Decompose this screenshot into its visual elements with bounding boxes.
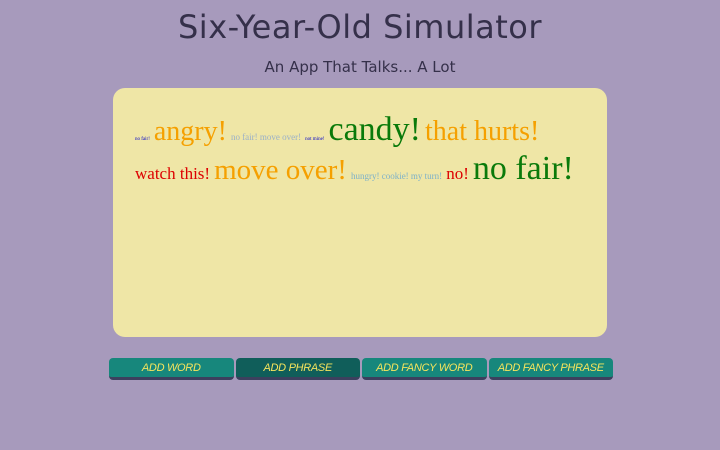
app-subtitle: An App That Talks... A Lot xyxy=(264,58,456,76)
app-title: Six-Year-Old Simulator xyxy=(177,8,543,46)
button-row: ADD WORD ADD PHRASE ADD FANCY WORD ADD F… xyxy=(109,358,613,384)
add-fancy-word-button[interactable]: ADD FANCY WORD xyxy=(362,358,487,380)
add-phrase-button[interactable]: ADD PHRASE xyxy=(235,358,360,380)
phrase-flow: no fair! angry! no fair! move over! not … xyxy=(135,110,585,188)
phrase-word: no! xyxy=(446,164,469,184)
phrase-word: no fair! move over! xyxy=(230,132,302,142)
phrase-word: hungry! cookie! my turn! xyxy=(350,171,443,182)
phrase-word: no fair! xyxy=(472,150,574,188)
phrase-word: move over! xyxy=(214,154,347,187)
phrase-board: no fair! angry! no fair! move over! not … xyxy=(113,88,607,337)
phrase-word: not mine! xyxy=(305,137,325,142)
add-word-button[interactable]: ADD WORD xyxy=(109,358,234,380)
phrase-word: candy! xyxy=(328,111,421,148)
phrase-word: angry! xyxy=(153,116,227,147)
phrase-word: that hurts! xyxy=(425,116,540,147)
phrase-word: no fair! xyxy=(135,137,150,142)
add-fancy-phrase-button[interactable]: ADD FANCY PHRASE xyxy=(488,358,613,380)
phrase-word: watch this! xyxy=(135,164,211,184)
